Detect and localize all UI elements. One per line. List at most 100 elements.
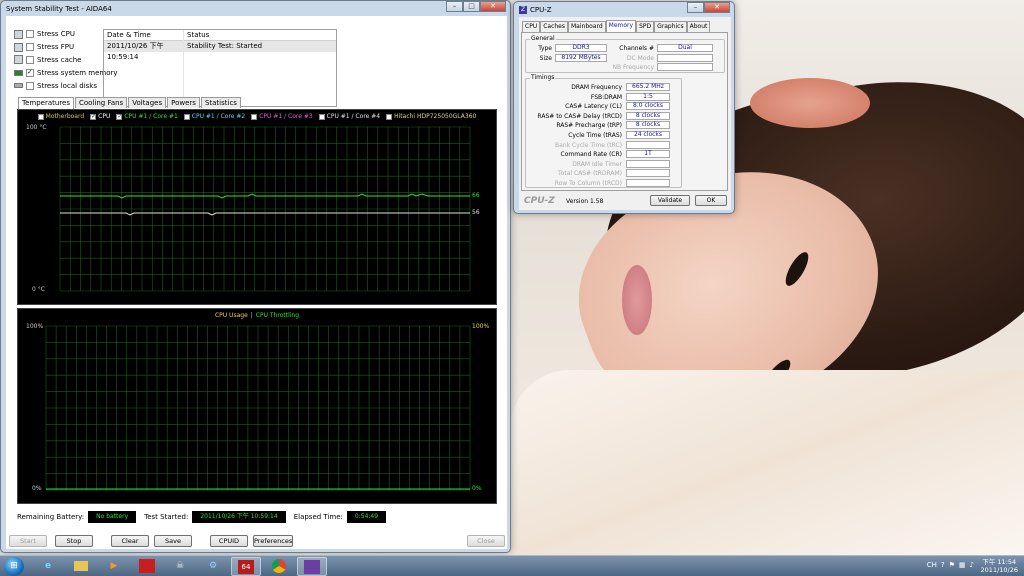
- cache-icon: [14, 55, 23, 65]
- timing-label: Row To Column (tRCD): [554, 180, 622, 187]
- aida-window-title: System Stability Test - AIDA64: [6, 4, 112, 13]
- input-language[interactable]: CH: [927, 561, 937, 569]
- zynga-icon[interactable]: [132, 557, 162, 576]
- tab-statistics[interactable]: Statistics: [200, 97, 241, 108]
- stress-cpu-option[interactable]: Stress CPU: [14, 28, 118, 41]
- column-header-datetime[interactable]: Date & Time: [104, 30, 184, 40]
- ie-icon[interactable]: e: [33, 557, 63, 576]
- tab-cooling-fans[interactable]: Cooling Fans: [75, 97, 128, 108]
- status-log-table[interactable]: Date & Time Status 2011/10/26 下午 10:59:1…: [103, 29, 337, 107]
- cpuid-button[interactable]: CPUID: [210, 535, 248, 547]
- tab-cpu[interactable]: CPU: [522, 21, 541, 32]
- clock-time: 下午 11:54: [982, 558, 1017, 566]
- tab-mainboard[interactable]: Mainboard: [568, 21, 606, 32]
- tab-memory[interactable]: Memory: [605, 20, 637, 32]
- memory-size-field: 8192 MBytes: [555, 54, 607, 62]
- aida-titlebar[interactable]: System Stability Test - AIDA64: [1, 1, 510, 16]
- timings-group: Timings DRAM Frequency 665.2 MHz FSB:DRAM 1…: [525, 74, 682, 188]
- elapsed-time-value: 0:54:49: [346, 511, 387, 523]
- tab-spd[interactable]: SPD: [636, 21, 655, 32]
- save-button[interactable]: Save: [154, 535, 192, 547]
- timing-value: 1:5: [626, 92, 670, 101]
- cpuz-version: Version 1.58: [566, 198, 604, 205]
- aida-client: Stress CPU Stress FPU Stress cache Stres…: [6, 16, 507, 549]
- taskbar: ⊞ e ▶ ☠ ⚙ 64 CH ? ⚑ ▦ ♪ 下午 11:54 2011/10…: [0, 555, 1024, 576]
- timing-label: DRAM Frequency: [571, 84, 622, 91]
- validate-button[interactable]: Validate: [650, 195, 690, 206]
- tab-voltages[interactable]: Voltages: [128, 97, 167, 108]
- cpuz-taskbar-icon[interactable]: [297, 557, 327, 576]
- tab-powers[interactable]: Powers: [167, 97, 200, 108]
- timing-label: Cycle Time (tRAS): [568, 132, 622, 139]
- network-icon[interactable]: ⚙: [198, 557, 228, 576]
- timing-value: 1T: [626, 150, 670, 159]
- stress-memory-option[interactable]: Stress system memory: [14, 66, 118, 79]
- stress-disks-option[interactable]: Stress local disks: [14, 79, 118, 92]
- memory-panel: General Type DDR3 Size 8192 MBytes Chann…: [521, 32, 728, 191]
- stress-disks-checkbox[interactable]: [26, 81, 34, 90]
- media-player-icon[interactable]: ▶: [99, 557, 129, 576]
- alien-icon[interactable]: ☠: [165, 557, 195, 576]
- stress-fpu-option[interactable]: Stress FPU: [14, 41, 118, 54]
- system-clock[interactable]: 下午 11:54 2011/10/26: [981, 558, 1018, 574]
- flag-icon[interactable]: ⚑: [949, 561, 955, 569]
- stress-cache-checkbox[interactable]: [26, 55, 34, 64]
- elapsed-time-label: Elapsed Time:: [293, 513, 343, 521]
- network-tray-icon[interactable]: ▦: [959, 561, 966, 569]
- fpu-icon: [14, 42, 23, 52]
- tab-caches[interactable]: Caches: [540, 21, 568, 32]
- timing-value: [626, 179, 670, 187]
- tab-temperatures[interactable]: Temperatures: [18, 97, 74, 109]
- close-button[interactable]: Close: [467, 535, 505, 547]
- timing-label: Total CAS# (tRDRAM): [558, 170, 622, 178]
- column-header-status[interactable]: Status: [184, 30, 209, 40]
- chrome-icon[interactable]: [264, 557, 294, 576]
- minimize-button[interactable]: –: [446, 1, 463, 12]
- start-button[interactable]: Start: [9, 535, 47, 547]
- dc-mode-field: [657, 54, 713, 62]
- stress-fpu-checkbox[interactable]: [26, 43, 34, 52]
- tab-graphics[interactable]: Graphics: [654, 21, 687, 32]
- table-header: Date & Time Status: [104, 30, 336, 41]
- maximize-button[interactable]: □: [463, 1, 480, 12]
- system-tray: CH ? ⚑ ▦ ♪: [927, 561, 974, 569]
- table-row[interactable]: 2011/10/26 下午 10:59:14 Stability Test: S…: [104, 41, 336, 61]
- start-button[interactable]: ⊞: [4, 557, 24, 576]
- timing-value: 8.0 clocks: [626, 102, 670, 111]
- remaining-battery-label: Remaining Battery:: [17, 513, 85, 521]
- core1-value-label: 66: [472, 192, 480, 199]
- temperature-plot: [59, 126, 471, 292]
- volume-icon[interactable]: ♪: [970, 561, 974, 569]
- cpuz-minimize-button[interactable]: –: [687, 2, 704, 13]
- stress-memory-checkbox[interactable]: [26, 68, 34, 77]
- stress-cache-option[interactable]: Stress cache: [14, 54, 118, 67]
- timing-value: 665.2 MHz: [626, 83, 670, 91]
- row-status: Stability Test: Started: [187, 42, 263, 50]
- timing-value: 8 clocks: [626, 121, 670, 130]
- cpuz-brand: CPU-Z: [524, 196, 555, 206]
- timing-label: Command Rate (CR): [560, 151, 622, 159]
- clock-date: 2011/10/26: [980, 566, 1018, 574]
- help-icon[interactable]: ?: [941, 561, 945, 569]
- close-window-button[interactable]: ✕: [480, 1, 506, 12]
- cpuz-client: CPU Caches Mainboard Memory SPD Graphics…: [519, 17, 731, 210]
- ok-button[interactable]: OK: [695, 195, 727, 206]
- timing-value: 24 clocks: [626, 131, 670, 139]
- aida64-taskbar-icon[interactable]: 64: [231, 557, 261, 576]
- status-bar: Remaining Battery: No battery Test Start…: [17, 511, 394, 523]
- row-datetime: 2011/10/26 下午 10:59:14: [104, 41, 184, 61]
- timing-value: [626, 169, 670, 178]
- stop-button[interactable]: Stop: [55, 535, 93, 547]
- preferences-button[interactable]: Preferences: [253, 535, 293, 547]
- general-group: General Type DDR3 Size 8192 MBytes Chann…: [525, 35, 725, 73]
- memory-icon: [14, 69, 23, 76]
- stress-cpu-checkbox[interactable]: [26, 30, 34, 39]
- cpuz-app-icon: Z: [519, 5, 527, 14]
- cpuz-window-title: CPU-Z: [530, 5, 552, 14]
- memory-type-field: DDR3: [555, 44, 607, 52]
- explorer-icon[interactable]: [66, 557, 96, 576]
- tab-about[interactable]: About: [686, 21, 711, 32]
- cpuz-close-window-button[interactable]: ✕: [704, 2, 730, 13]
- clear-button[interactable]: Clear: [111, 535, 149, 547]
- timing-label: DRAM Idle Timer: [572, 160, 622, 168]
